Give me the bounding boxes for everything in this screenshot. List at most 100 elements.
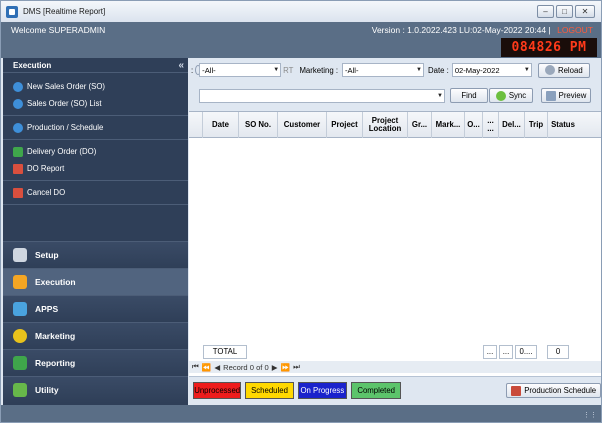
monitor-icon — [13, 302, 27, 316]
sidebar-item-sales-order-list[interactable]: Sales Order (SO) List — [3, 95, 188, 112]
first-record-icon[interactable]: ⏮ — [192, 362, 199, 372]
module-setup[interactable]: Setup — [3, 241, 188, 268]
module-label: Setup — [35, 250, 59, 260]
date-label: Date : — [428, 65, 449, 75]
delivery-icon — [13, 146, 23, 157]
column-header[interactable]: Trip — [525, 112, 548, 138]
production-schedule-button[interactable]: Production Schedule — [506, 383, 602, 398]
sidebar-title: Execution — [13, 60, 52, 70]
sidebar-divider — [3, 139, 188, 140]
sync-icon — [495, 90, 506, 101]
column-header[interactable]: Project — [327, 112, 363, 138]
next-page-icon[interactable]: ⏩ — [281, 363, 290, 372]
marketing-dropdown[interactable]: -All- ▼ — [342, 63, 425, 77]
module-apps[interactable]: APPS — [3, 295, 188, 322]
sidebar-divider — [3, 180, 188, 181]
close-button[interactable]: ✕ — [575, 5, 595, 18]
sidebar-item-cancel-do[interactable]: Cancel DO — [3, 184, 188, 201]
sync-button[interactable]: Sync — [489, 88, 533, 103]
find-button[interactable]: Find — [450, 88, 488, 103]
marketing-label: Marketing : — [299, 65, 339, 75]
main-content: : -All- ▼ RT Marketing : -All- ▼ Date : … — [189, 58, 602, 405]
column-header[interactable]: Del... — [499, 112, 525, 138]
chevron-down-icon: ▼ — [273, 67, 280, 73]
sidebar-divider — [3, 204, 188, 205]
date-picker[interactable]: 02-May-2022 ▼ — [451, 63, 532, 77]
legend-on-progress: On Progress — [297, 382, 348, 399]
column-header[interactable]: Status — [548, 112, 578, 138]
sidebar-item-label: Production / Schedule — [27, 123, 104, 132]
module-label: Execution — [35, 277, 76, 287]
coins-icon — [13, 329, 27, 343]
module-label: Marketing — [35, 331, 76, 341]
plant-dropdown[interactable]: -All- ▼ — [199, 63, 282, 77]
chevron-down-icon: ▼ — [523, 67, 530, 73]
column-header[interactable]: Customer — [278, 112, 327, 138]
digital-clock: 084826 PM — [501, 38, 597, 57]
marketing-value: -All- — [345, 65, 359, 75]
find-label: Find — [461, 91, 477, 100]
status-legend-bar: Unprocessed Scheduled On Progress Comple… — [189, 376, 602, 404]
module-label: APPS — [35, 304, 59, 314]
search-dropdown[interactable]: ▼ — [199, 89, 445, 103]
module-label: Utility — [35, 385, 59, 395]
new-order-icon — [13, 81, 23, 92]
logout-link[interactable]: LOGOUT — [557, 25, 593, 35]
bottom-status-bar: ⋮⋮ — [1, 405, 601, 422]
module-utility[interactable]: Utility — [3, 376, 188, 403]
prev-page-icon[interactable]: ⏪ — [202, 363, 211, 372]
column-header[interactable]: Project Location — [363, 112, 408, 138]
sidebar-item-label: Sales Order (SO) List — [27, 99, 102, 108]
app-icon — [6, 5, 18, 18]
maximize-button[interactable]: □ — [556, 5, 573, 18]
column-header[interactable]: O... — [465, 112, 483, 138]
preview-icon — [545, 90, 556, 101]
legend-scheduled: Scheduled — [245, 382, 294, 399]
resize-grip-icon[interactable]: ⋮⋮ — [583, 411, 597, 419]
date-value: 02-May-2022 — [454, 65, 500, 75]
legend-unprocessed: Unprocessed — [193, 382, 242, 399]
version-text: Version : 1.0.2022.423 LU:02-May-2022 20… — [371, 24, 547, 35]
module-execution[interactable]: Execution — [3, 268, 188, 295]
column-header[interactable]: Mark... — [432, 112, 465, 138]
sidebar-item-production-schedule[interactable]: Production / Schedule — [3, 119, 188, 136]
minimize-button[interactable]: – — [537, 5, 554, 18]
clock-bar: 084826 PM — [1, 37, 601, 58]
column-header[interactable]: ... ... — [483, 112, 499, 138]
sidebar-item-new-sales-order[interactable]: New Sales Order (SO) — [3, 78, 188, 95]
legend-completed: Completed — [351, 382, 402, 399]
totals-row: TOTAL ... ... 0.... 0 — [189, 343, 601, 360]
calendar-icon — [511, 385, 522, 396]
prev-record-icon[interactable]: ◀ — [214, 363, 220, 372]
column-header[interactable]: SO No. — [239, 112, 278, 138]
total-cell: 0.... — [515, 344, 537, 359]
grid-header: Date SO No. Customer Project Project Loc… — [189, 112, 601, 138]
filter-bar: : -All- ▼ RT Marketing : -All- ▼ Date : … — [189, 61, 601, 79]
version-info: Version : 1.0.2022.423 LU:02-May-2022 20… — [372, 25, 593, 35]
chart-icon — [13, 356, 27, 370]
sidebar-item-do-report[interactable]: DO Report — [3, 160, 188, 177]
header-bar: Welcome SUPERADMIN Version : 1.0.2022.42… — [1, 22, 601, 37]
production-icon — [13, 122, 23, 133]
sidebar-item-label: Cancel DO — [27, 188, 66, 197]
module-label: Reporting — [35, 358, 76, 368]
column-header[interactable]: Date — [203, 112, 239, 138]
version-separator: | — [548, 24, 551, 35]
order-list-icon — [13, 98, 23, 109]
chevron-down-icon: ▼ — [416, 67, 422, 73]
preview-button[interactable]: Preview — [541, 88, 591, 103]
cancel-icon — [13, 187, 23, 198]
sidebar-item-label: New Sales Order (SO) — [27, 82, 105, 91]
module-marketing[interactable]: Marketing — [3, 322, 188, 349]
preview-label: Preview — [558, 91, 587, 100]
next-record-icon[interactable]: ▶ — [272, 363, 278, 372]
sidebar-item-label: DO Report — [27, 164, 65, 173]
reload-button[interactable]: Reload — [537, 62, 590, 78]
module-reporting[interactable]: Reporting — [3, 349, 188, 376]
column-header[interactable]: Gr... — [408, 112, 432, 138]
last-record-icon[interactable]: ⏭ — [293, 362, 300, 372]
collapse-icon[interactable]: « — [178, 60, 184, 71]
app-window: DMS [Realtime Report] – □ ✕ Welcome SUPE… — [0, 0, 602, 423]
sidebar-header: Execution « — [3, 58, 188, 73]
sidebar-item-delivery-order[interactable]: Delivery Order (DO) — [3, 143, 188, 160]
